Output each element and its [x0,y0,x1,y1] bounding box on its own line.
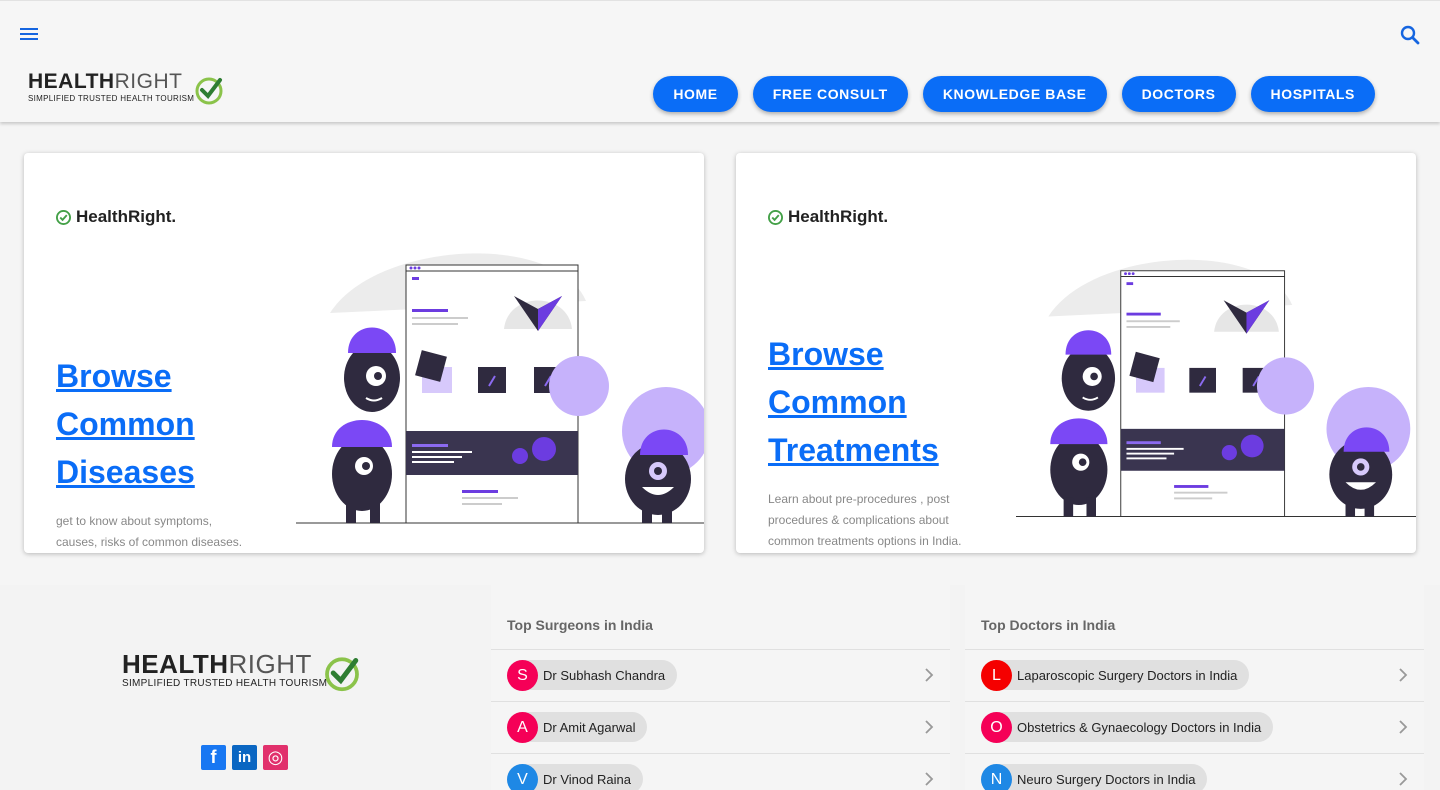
search-icon[interactable] [1398,23,1422,47]
list-item-label: Obstetrics & Gynaecology Doctors in Indi… [1017,719,1262,735]
avatar: O [981,711,1012,743]
browse-treatments-link[interactable]: Browse Common Treatments [768,330,988,474]
logo-brand-light: RIGHT [114,70,183,93]
chevron-right-icon[interactable] [1398,720,1408,734]
card-brand-label: HealthRight. [788,207,889,226]
check-circle-icon [56,209,71,225]
card-brand: HealthRight. [768,207,888,227]
avatar: N [981,763,1012,790]
instagram-icon[interactable]: ◎ [263,745,288,770]
list-item-label: Laparoscopic Surgery Doctors in India [1017,667,1238,683]
check-badge-icon [195,77,223,105]
avatar: V [507,763,538,790]
list-item-label: Dr Amit Agarwal [543,719,636,735]
site-logo[interactable]: HEALTHRIGHT SIMPLIFIED TRUSTED HEALTH TO… [28,71,228,111]
nav-free-consult-button[interactable]: FREE CONSULT [752,76,908,112]
logo-brand-bold: HEALTH [28,70,115,93]
chevron-right-icon[interactable] [924,720,934,734]
card-brand: HealthRight. [56,207,176,227]
list-item[interactable]: S Dr Subhash Chandra [491,650,950,702]
list-item-label: Dr Subhash Chandra [543,667,666,683]
nav-hospitals-button[interactable]: HOSPITALS [1250,76,1375,112]
card-description: Learn about pre-procedures , post proced… [768,492,962,548]
social-links: f in ◎ [201,745,288,770]
footer-logo-brand-bold: HEALTH [122,649,229,679]
chevron-right-icon[interactable] [1398,772,1408,786]
list-item[interactable]: A Dr Amit Agarwal [491,702,950,754]
avatar: L [981,659,1012,691]
nav-knowledge-base-button[interactable]: KNOWLEDGE BASE [922,76,1107,112]
nav-doctors-button[interactable]: DOCTORS [1121,76,1236,112]
footer-logo-brand-light: RIGHT [228,649,312,679]
menu-icon[interactable] [18,25,40,43]
browse-treatments-card[interactable]: HealthRight. Browse Common Treatments Le… [736,153,1416,553]
list-item[interactable]: N Neuro Surgery Doctors in India [965,754,1424,790]
name-chip[interactable]: V Dr Vinod Raina [507,763,643,790]
facebook-icon[interactable]: f [201,745,226,770]
browse-diseases-card[interactable]: HealthRight. Browse Common Diseases get … [24,153,704,553]
website-illustration [1016,259,1416,517]
list-item[interactable]: O Obstetrics & Gynaecology Doctors in Ind… [965,702,1424,754]
card-description: get to know about symptoms, causes, risk… [56,514,243,549]
list-title: Top Doctors in India [981,617,1116,633]
list-title: Top Surgeons in India [507,617,653,633]
list-item-label: Dr Vinod Raina [543,771,631,787]
nav-home-button[interactable]: HOME [653,76,738,112]
check-badge-icon [325,657,359,692]
footer-logo[interactable]: HEALTHRIGHT SIMPLIFIED TRUSTED HEALTH TO… [122,651,367,695]
chevron-right-icon[interactable] [1398,668,1408,682]
chevron-right-icon[interactable] [924,668,934,682]
browse-diseases-link[interactable]: Browse Common Diseases [56,352,256,496]
app-header: HEALTHRIGHT SIMPLIFIED TRUSTED HEALTH TO… [0,0,1440,122]
linkedin-icon[interactable]: in [232,745,257,770]
list-item[interactable]: V Dr Vinod Raina [491,754,950,790]
name-chip[interactable]: N Neuro Surgery Doctors in India [981,763,1208,790]
card-brand-label: HealthRight. [76,207,177,226]
main-nav: HOME FREE CONSULT KNOWLEDGE BASE DOCTORS… [653,76,1375,112]
name-chip[interactable]: A Dr Amit Agarwal [507,711,648,743]
chevron-right-icon[interactable] [924,772,934,786]
top-doctors-list: Top Doctors in India L Laparoscopic Surge… [965,585,1424,790]
check-circle-icon [768,209,783,225]
website-illustration [296,253,704,524]
avatar: A [507,711,538,743]
list-item[interactable]: L Laparoscopic Surgery Doctors in India [965,650,1424,702]
site-footer: HEALTHRIGHT SIMPLIFIED TRUSTED HEALTH TO… [0,585,1440,790]
avatar: S [507,659,538,691]
name-chip[interactable]: S Dr Subhash Chandra [507,659,678,691]
list-item-label: Neuro Surgery Doctors in India [1017,771,1196,787]
name-chip[interactable]: L Laparoscopic Surgery Doctors in India [981,659,1250,691]
top-surgeons-list: Top Surgeons in India S Dr Subhash Chandr… [491,585,950,790]
name-chip[interactable]: O Obstetrics & Gynaecology Doctors in Ind… [981,711,1274,743]
